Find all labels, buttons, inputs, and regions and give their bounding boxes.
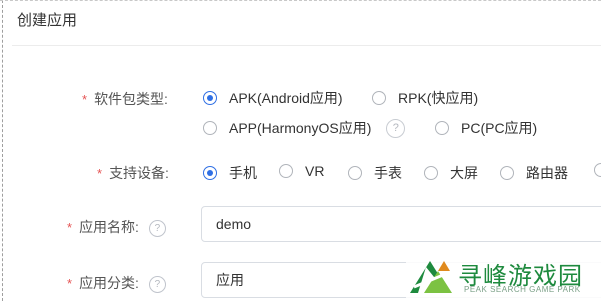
- radio-option-harmonyos[interactable]: APP(HarmonyOS应用) ?: [203, 118, 406, 138]
- app-name-label-text: 应用名称:: [79, 219, 139, 235]
- radio-unselected-icon[interactable]: [203, 121, 217, 135]
- app-name-input[interactable]: demo: [201, 206, 601, 242]
- radio-option-label: VR: [305, 163, 325, 179]
- required-mark: *: [67, 276, 73, 291]
- left-dashed-border: [2, 0, 3, 301]
- radio-option-label: 手机: [229, 165, 257, 181]
- radio-unselected-icon[interactable]: [500, 166, 514, 180]
- watermark-subtitle: PEAK SEARCH GAME PARK: [464, 285, 581, 294]
- devices-label-text: 支持设备:: [109, 165, 169, 181]
- radio-option-watch[interactable]: 手表: [348, 163, 402, 183]
- radio-unselected-icon[interactable]: [372, 91, 386, 105]
- radio-option-label: RPK(快应用): [398, 90, 479, 106]
- radio-unselected-icon[interactable]: [279, 164, 293, 178]
- radio-unselected-icon[interactable]: [435, 121, 449, 135]
- help-icon[interactable]: ?: [386, 118, 406, 138]
- radio-option-router[interactable]: 路由器: [500, 163, 568, 183]
- top-dashed-border: [0, 0, 601, 1]
- radio-option-phone[interactable]: 手机: [203, 163, 257, 183]
- app-category-label: * 应用分类:?: [67, 273, 166, 293]
- mountain-logo-icon: [410, 261, 452, 293]
- required-mark: *: [67, 220, 73, 235]
- radio-option-bigscreen[interactable]: 大屏: [424, 163, 478, 183]
- radio-option-pc[interactable]: PC(PC应用): [435, 118, 537, 138]
- package-type-label-text: 软件包类型:: [94, 91, 168, 107]
- title-divider: [12, 45, 601, 46]
- radio-option-label: 路由器: [526, 165, 568, 181]
- radio-unselected-icon[interactable]: [594, 163, 601, 177]
- radio-option-more[interactable]: [594, 163, 601, 177]
- radio-option-label: PC(PC应用): [461, 120, 538, 136]
- watermark: 寻峰游戏园 PEAK SEARCH GAME PARK: [406, 249, 601, 301]
- help-icon[interactable]: ?: [148, 275, 166, 293]
- radio-option-vr[interactable]: VR: [279, 163, 324, 179]
- radio-option-label: 大屏: [450, 165, 478, 181]
- required-mark: *: [82, 92, 88, 107]
- help-icon[interactable]: ?: [148, 219, 166, 237]
- radio-option-apk[interactable]: APK(Android应用): [203, 88, 343, 108]
- devices-label: * 支持设备:: [97, 163, 169, 183]
- radio-option-label: 手表: [374, 165, 402, 181]
- radio-option-label: APP(HarmonyOS应用): [229, 120, 372, 136]
- required-mark: *: [97, 166, 103, 181]
- package-type-label: * 软件包类型:: [82, 89, 168, 109]
- page-title: 创建应用: [17, 12, 78, 29]
- radio-unselected-icon[interactable]: [348, 166, 362, 180]
- radio-option-rpk[interactable]: RPK(快应用): [372, 88, 478, 108]
- radio-selected-icon[interactable]: [203, 166, 217, 180]
- radio-selected-icon[interactable]: [203, 91, 217, 105]
- radio-option-label: APK(Android应用): [229, 90, 343, 106]
- app-name-label: * 应用名称:?: [67, 217, 166, 237]
- radio-unselected-icon[interactable]: [424, 166, 438, 180]
- app-category-label-text: 应用分类:: [79, 275, 139, 291]
